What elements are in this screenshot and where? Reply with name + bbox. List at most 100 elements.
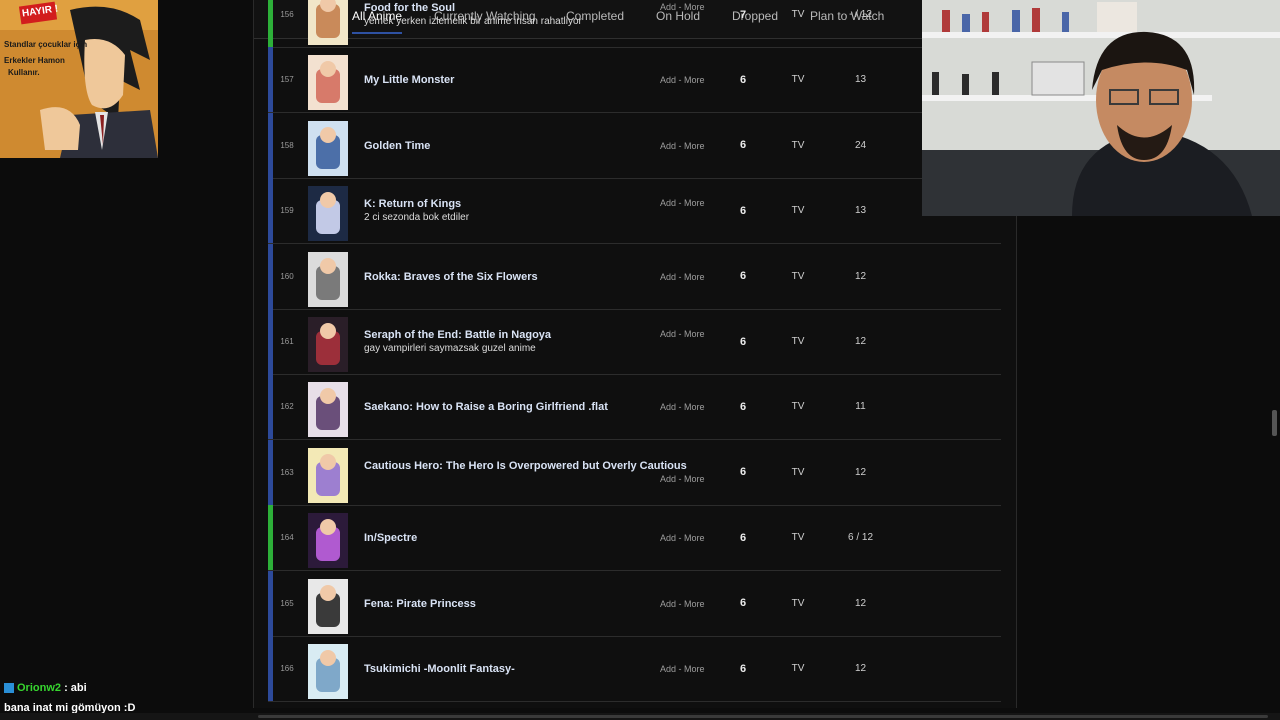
add-more-link[interactable]: Add - More <box>660 272 705 282</box>
score-value[interactable]: 7 <box>737 0 749 47</box>
progress-value[interactable]: 12 <box>828 571 893 636</box>
anime-cover-image[interactable] <box>308 55 348 111</box>
add-more-link[interactable]: Add - More <box>660 474 705 484</box>
anime-title-link[interactable]: Golden Time <box>364 140 430 152</box>
type-value: TV <box>791 597 805 609</box>
chat-text: : abi <box>61 682 87 694</box>
anime-title-link[interactable]: Food for the Soul <box>364 2 455 14</box>
progress-value[interactable]: 13 <box>828 47 893 112</box>
anime-title-link[interactable]: My Little Monster <box>364 74 454 86</box>
table-row: 166 Tsukimichi -Moonlit Fantasy- Add - Mor… <box>268 636 1001 702</box>
table-row: 157 My Little Monster Add - More 6 TV 13 <box>268 47 1001 114</box>
table-row: 161 Seraph of the End: Battle in Nagoya ga… <box>268 309 1001 375</box>
row-number: 165 <box>280 598 294 608</box>
anime-title-link[interactable]: Rokka: Braves of the Six Flowers <box>364 271 538 283</box>
score-value[interactable]: 6 <box>737 244 749 309</box>
type-value: TV <box>791 401 805 413</box>
row-number: 164 <box>280 533 294 543</box>
anime-note: 2 ci sezonda bok etdiler <box>364 212 470 224</box>
score-value[interactable]: 6 <box>737 571 749 636</box>
add-more-link[interactable]: Add - More <box>660 402 705 412</box>
horizontal-scrollbar-thumb[interactable] <box>258 715 1268 718</box>
anime-title-link[interactable]: Saekano: How to Raise a Boring Girlfrien… <box>364 401 608 413</box>
anime-title-link[interactable]: Cautious Hero: The Hero Is Overpowered b… <box>364 460 687 472</box>
table-row: 160 Rokka: Braves of the Six Flowers Add -… <box>268 243 1001 310</box>
row-number: 163 <box>280 467 294 477</box>
table-row: 163 Cautious Hero: The Hero Is Overpowere… <box>268 439 1001 506</box>
meme-text-line3: Kullanır. <box>8 68 40 77</box>
webcam-overlay <box>922 0 1280 216</box>
meme-text-line1: Standlar çocuklar için <box>4 40 88 49</box>
anime-title-link[interactable]: In/Spectre <box>364 532 417 544</box>
anime-title-link[interactable]: K: Return of Kings <box>364 198 461 210</box>
type-value: TV <box>791 9 805 20</box>
add-more-link[interactable]: Add - More <box>660 75 705 85</box>
score-value[interactable]: 6 <box>737 47 749 112</box>
row-number: 159 <box>280 206 294 216</box>
row-number: 156 <box>280 10 294 19</box>
chat-message: Orionw2 : abi <box>4 682 87 694</box>
add-more-link[interactable]: Add - More <box>660 198 705 208</box>
type-value: TV <box>791 270 805 282</box>
progress-value[interactable]: 12 <box>828 440 893 505</box>
anime-title-link[interactable]: Fena: Pirate Princess <box>364 598 476 610</box>
anime-note: gay vampirleri saymazsak guzel anime <box>364 343 536 354</box>
score-value[interactable]: 6 <box>737 440 749 505</box>
progress-value[interactable]: - / 12 <box>828 0 893 47</box>
progress-value[interactable]: 6 / 12 <box>828 505 893 570</box>
anime-cover-image[interactable] <box>308 382 348 438</box>
table-row: 164 In/Spectre Add - More 6 TV 6 / 12 <box>268 505 1001 572</box>
stream-overlay-meme: HAYIR ! Standlar çocuklar için Erkekler … <box>0 0 158 158</box>
score-value[interactable]: 6 <box>737 178 749 243</box>
row-number: 162 <box>280 402 294 412</box>
progress-value[interactable]: 12 <box>828 244 893 309</box>
horizontal-scrollbar[interactable] <box>0 713 1280 720</box>
anime-cover-image[interactable] <box>308 317 348 372</box>
table-row: 165 Fena: Pirate Princess Add - More 6 TV 12 <box>268 570 1001 637</box>
anime-cover-image[interactable] <box>308 251 348 307</box>
type-value: TV <box>791 336 805 347</box>
progress-value[interactable]: 12 <box>828 636 893 701</box>
add-more-link[interactable]: Add - More <box>660 141 705 151</box>
chat-user-icon <box>4 683 14 694</box>
progress-value[interactable]: 12 <box>828 309 893 374</box>
anime-cover-image[interactable] <box>308 644 348 699</box>
anime-cover-image[interactable] <box>308 186 348 242</box>
progress-value[interactable]: 24 <box>828 113 893 178</box>
anime-title-link[interactable]: Seraph of the End: Battle in Nagoya <box>364 329 551 341</box>
score-value[interactable]: 6 <box>737 636 749 701</box>
meme-illustration <box>0 0 158 158</box>
row-number: 158 <box>280 140 294 150</box>
anime-note: yemek yerken izlemelik bir anime insan r… <box>364 16 582 27</box>
anime-cover-image[interactable] <box>308 120 348 176</box>
chat-username: Orionw2 <box>17 682 62 694</box>
vertical-scrollbar[interactable] <box>1272 410 1277 436</box>
type-value: TV <box>791 74 805 86</box>
table-row: 159 K: Return of Kings 2 ci sezonda bok et… <box>268 178 1001 245</box>
score-value[interactable]: 6 <box>737 113 749 178</box>
add-more-link[interactable]: Add - More <box>660 599 705 609</box>
anime-cover-image[interactable] <box>308 0 348 45</box>
anime-cover-image[interactable] <box>308 578 348 634</box>
add-more-link[interactable]: Add - More <box>660 533 705 543</box>
add-more-link[interactable]: Add - More <box>660 664 705 674</box>
score-value[interactable]: 6 <box>737 505 749 570</box>
anime-cover-image[interactable] <box>308 513 348 569</box>
anime-cover-image[interactable] <box>308 447 348 503</box>
progress-value[interactable]: 11 <box>828 374 893 439</box>
webcam-image <box>922 0 1280 216</box>
anime-title-link[interactable]: Tsukimichi -Moonlit Fantasy- <box>364 663 515 675</box>
score-value[interactable]: 6 <box>737 374 749 439</box>
progress-value[interactable]: 13 <box>828 178 893 243</box>
table-row: 162 Saekano: How to Raise a Boring Girlfr… <box>268 374 1001 441</box>
table-row: 158 Golden Time Add - More 6 TV 24 <box>268 112 1001 179</box>
row-number: 157 <box>280 75 294 85</box>
type-value: TV <box>791 139 805 151</box>
add-more-link[interactable]: Add - More <box>660 2 705 12</box>
add-more-link[interactable]: Add - More <box>660 329 705 339</box>
type-value: TV <box>791 205 805 217</box>
row-number: 161 <box>280 337 294 346</box>
row-number: 166 <box>280 664 294 673</box>
score-value[interactable]: 6 <box>737 309 749 374</box>
type-value: TV <box>791 466 805 478</box>
